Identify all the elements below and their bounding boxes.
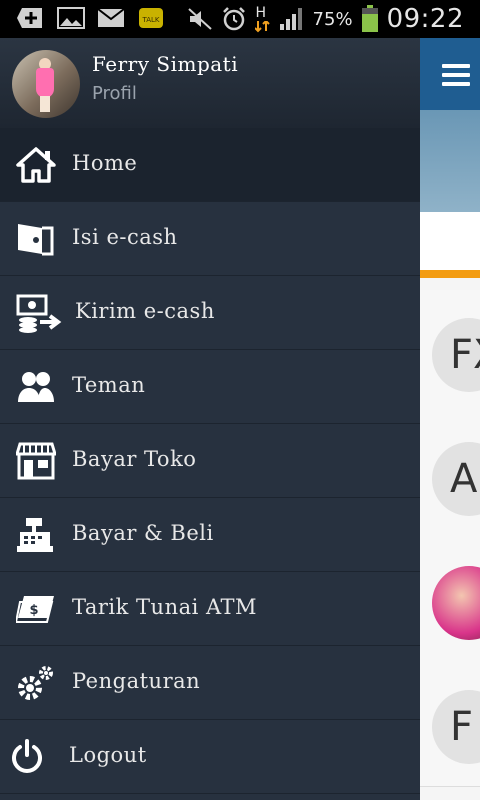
avatar[interactable] — [12, 50, 80, 118]
menu-item-label: Isi e-cash — [72, 225, 178, 249]
status-bar: TALK H 75% 09:22 — [0, 0, 480, 38]
tab-bar — [420, 212, 480, 270]
avatar: FX — [432, 318, 480, 392]
menu-item-tarik-tunai-atm[interactable]: $ Tarik Tunai ATM — [0, 572, 420, 646]
cash-register-icon — [16, 516, 56, 554]
menu-item-bayar-beli[interactable]: Bayar & Beli — [0, 498, 420, 572]
profile-link[interactable]: Profil — [92, 83, 137, 104]
app-header — [420, 38, 480, 110]
menu-item-label: Tarik Tunai ATM — [72, 595, 258, 619]
wallet-icon — [16, 220, 56, 258]
atm-card-icon: $ — [16, 590, 56, 628]
menu-item-label: Home — [72, 151, 138, 175]
avatar — [432, 566, 480, 640]
settings-icon — [16, 664, 56, 702]
svg-text:$: $ — [29, 603, 38, 618]
list-item[interactable]: F — [420, 662, 480, 787]
menu-item-kirim-e-cash[interactable]: Kirim e-cash — [0, 276, 420, 350]
kakaotalk-icon: TALK — [136, 6, 166, 30]
menu-item-bayar-toko[interactable]: Bayar Toko — [0, 424, 420, 498]
list-item[interactable]: FX — [420, 290, 480, 415]
home-icon — [16, 146, 56, 184]
menu-item-label: Logout — [69, 743, 147, 767]
image-icon — [56, 6, 86, 30]
mail-icon — [96, 6, 126, 30]
drawer-menu: Home Isi e-cash Kirim e-cash Teman Bayar — [0, 128, 420, 794]
svg-text:TALK: TALK — [141, 16, 159, 24]
add-icon — [16, 6, 46, 30]
menu-item-isi-e-cash[interactable]: Isi e-cash — [0, 202, 420, 276]
store-icon — [16, 442, 56, 480]
list-item[interactable] — [420, 538, 480, 663]
menu-item-logout[interactable]: Logout — [0, 720, 420, 794]
menu-item-pengaturan[interactable]: Pengaturan — [0, 646, 420, 720]
power-icon — [10, 738, 50, 776]
menu-item-label: Pengaturan — [72, 669, 201, 693]
send-money-icon — [16, 294, 62, 333]
list-item[interactable]: A — [420, 414, 480, 539]
alarm-icon — [221, 6, 247, 32]
hamburger-menu-icon[interactable] — [442, 64, 470, 86]
avatar: A — [432, 442, 480, 516]
signal-icon — [279, 6, 305, 32]
menu-item-teman[interactable]: Teman — [0, 350, 420, 424]
profile-header[interactable]: Ferry Simpati Profil — [0, 38, 420, 128]
profile-name: Ferry Simpati — [92, 52, 239, 76]
navigation-drawer: Ferry Simpati Profil Home Isi e-cash Kir… — [0, 38, 420, 800]
battery-icon — [361, 5, 379, 33]
avatar: F — [432, 690, 480, 764]
menu-item-label: Kirim e-cash — [75, 299, 215, 323]
friends-icon — [16, 368, 56, 406]
mute-icon — [187, 7, 213, 31]
battery-percent: 75% — [312, 8, 353, 30]
tab-indicator — [420, 270, 480, 278]
menu-item-label: Bayar & Beli — [72, 521, 214, 545]
menu-item-label: Bayar Toko — [72, 447, 197, 471]
app-banner — [420, 110, 480, 212]
menu-item-label: Teman — [72, 373, 146, 397]
menu-item-home[interactable]: Home — [0, 128, 420, 202]
clock: 09:22 — [386, 4, 464, 34]
background-app: FX A F — [420, 38, 480, 800]
network-h-icon: H — [254, 5, 271, 33]
